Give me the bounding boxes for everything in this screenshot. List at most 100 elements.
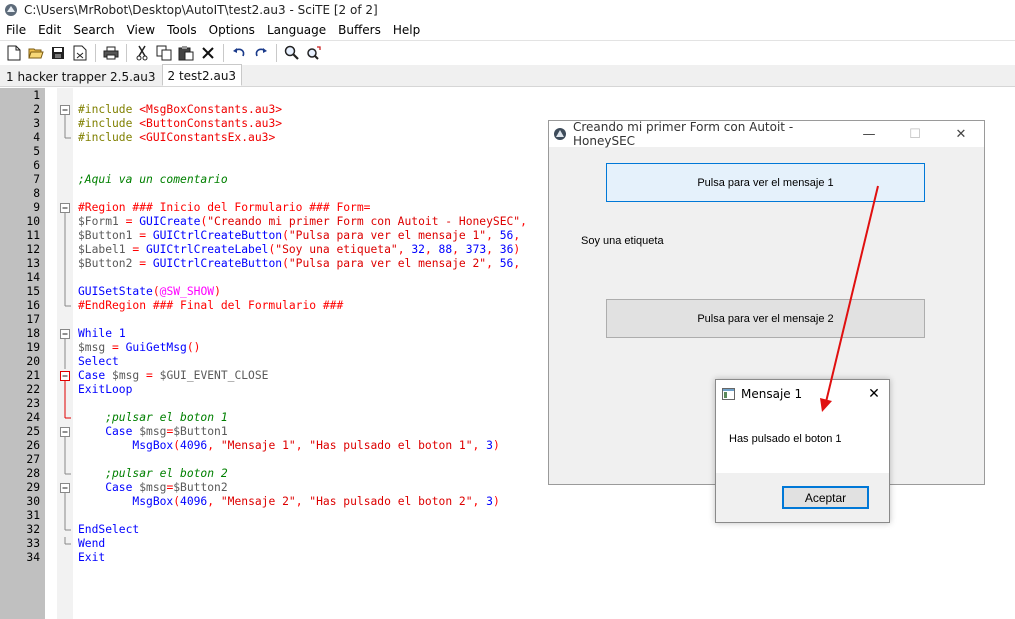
code-token: ;Aqui va un comentario [78,173,228,186]
close-icon[interactable]: ✕ [859,386,889,402]
fold-toggle-icon[interactable] [57,481,73,495]
toolbar [0,40,1015,65]
window-title: C:\Users\MrRobot\Desktop\AutoIT\test2.au… [24,2,378,17]
code-text: MsgBox(4096, "Mensaje 1", "Has pulsado e… [78,439,500,453]
menu-buffers[interactable]: Buffers [332,20,387,40]
code-token: , [424,243,439,256]
line-number: 19 [26,341,40,354]
code-token: , [513,257,521,270]
fold-line [57,355,73,369]
code-line[interactable]: 32 EndSelect [0,523,1015,537]
code-token: 3 [486,495,493,508]
code-token: 4096 [180,439,208,452]
line-number: 22 [26,383,40,396]
code-token: ) [513,243,521,256]
code-token: , [295,495,310,508]
line-number: 6 [33,159,40,172]
close-file-icon[interactable] [69,42,91,64]
code-token: <ButtonConstants.au3> [139,117,283,130]
show-message-2-button[interactable]: Pulsa para ver el mensaje 2 [606,299,925,338]
code-token: $Button2 [173,481,228,494]
line-number: 34 [26,551,40,564]
show-message-1-button[interactable]: Pulsa para ver el mensaje 1 [606,163,925,202]
code-token: , [295,439,310,452]
cut-icon[interactable] [131,42,153,64]
tab-hacker-trapper[interactable]: 1 hacker trapper 2.5.au3 [0,66,162,86]
menu-tools[interactable]: Tools [161,20,203,40]
code-line[interactable]: 2 #include <MsgBoxConstants.au3> [0,103,1015,117]
fold-toggle-icon[interactable] [57,201,73,215]
redo-icon[interactable] [250,42,272,64]
line-number: 26 [26,439,40,452]
minimize-icon[interactable]: — [846,121,892,147]
print-icon[interactable] [100,42,122,64]
menu-view[interactable]: View [121,20,161,40]
fold-line [57,341,73,355]
line-number: 27 [26,453,40,466]
code-token: , [520,215,527,228]
line-number: 12 [26,243,40,256]
menu-search[interactable]: Search [67,20,120,40]
paste-icon[interactable] [175,42,197,64]
code-token: = [139,229,153,242]
code-text: $Label1 = GUICtrlCreateLabel("Soy una et… [78,243,520,257]
new-file-icon[interactable] [3,42,25,64]
close-icon[interactable]: ✕ [938,121,984,147]
fold-toggle-icon[interactable] [57,103,73,117]
fold-toggle-icon[interactable] [57,425,73,439]
code-token: "Has pulsado el boton 1" [309,439,473,452]
toolbar-separator [276,44,277,62]
code-text: #include <ButtonConstants.au3> [78,117,282,131]
form-title-bar: Creando mi primer Form con Autoit - Hone… [549,120,984,148]
menu-help[interactable]: Help [387,20,426,40]
code-text: While 1 [78,327,126,341]
dialog-title: Mensaje 1 [741,387,803,401]
line-number: 1 [33,89,40,102]
code-token: #EndRegion ### Final del Formulario ### [78,299,344,312]
code-token: GUICreate [139,215,201,228]
code-token: ;pulsar el boton 1 [78,411,228,424]
menu-options[interactable]: Options [203,20,261,40]
code-text: Wend [78,537,105,551]
delete-icon[interactable] [197,42,219,64]
code-line[interactable]: 34 Exit [0,551,1015,565]
code-token: = [146,369,160,382]
code-line[interactable]: 1 [0,89,1015,103]
save-icon[interactable] [47,42,69,64]
code-token: $msg [139,425,167,438]
fold-line [57,453,73,467]
line-number: 16 [26,299,40,312]
fold-line [57,439,73,453]
code-line[interactable]: 33 Wend [0,537,1015,551]
code-token: , [452,243,466,256]
dialog-title-bar: Mensaje 1 ✕ [716,380,889,408]
open-folder-icon[interactable] [25,42,47,64]
title-bar: C:\Users\MrRobot\Desktop\AutoIT\test2.au… [0,0,1015,19]
replace-icon[interactable] [303,42,325,64]
ok-button[interactable]: Aceptar [782,486,869,509]
copy-icon[interactable] [153,42,175,64]
menu-language[interactable]: Language [261,20,332,40]
code-token: @SW_SHOW [159,285,215,298]
code-token: $Button1 [78,229,140,242]
toolbar-separator [95,44,96,62]
tab-test2[interactable]: 2 test2.au3 [161,64,243,86]
code-token: #include [78,131,140,144]
fold-toggle-icon[interactable] [57,369,73,383]
find-icon[interactable] [281,42,303,64]
code-token: $Form1 [78,215,126,228]
code-text: MsgBox(4096, "Mensaje 2", "Has pulsado e… [78,495,499,509]
line-number: 31 [26,509,40,522]
code-token: ) [492,439,500,452]
code-token: MsgBox [78,439,174,452]
code-text: ExitLoop [78,383,132,397]
menu-file[interactable]: File [0,20,32,40]
code-text: Case $msg=$Button2 [78,481,228,495]
undo-icon[interactable] [228,42,250,64]
menu-edit[interactable]: Edit [32,20,67,40]
line-number: 33 [26,537,40,550]
code-token: ( [173,495,181,508]
code-token: EndSelect [78,523,140,536]
code-token: ( [152,285,160,298]
fold-toggle-icon[interactable] [57,327,73,341]
